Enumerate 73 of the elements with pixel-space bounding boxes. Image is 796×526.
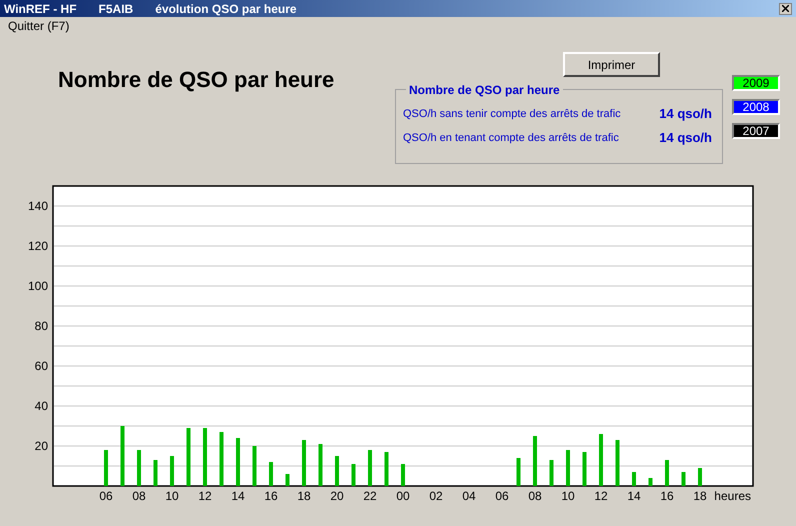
x-tick-label: 06: [495, 489, 509, 503]
bar: [318, 444, 322, 486]
stat-label: QSO/h en tenant compte des arrêts de trafic: [403, 130, 619, 146]
bar: [220, 432, 224, 486]
stat-label: QSO/h sans tenir compte des arrêts de trafic: [403, 106, 621, 122]
bar: [302, 440, 306, 486]
year-legend: 2009: [732, 75, 780, 91]
close-icon: [782, 5, 789, 12]
bar: [665, 460, 669, 486]
bar: [682, 472, 686, 486]
x-tick-label: 14: [627, 489, 641, 503]
bar: [368, 450, 372, 486]
bar: [516, 458, 520, 486]
stat-value: 14 qso/h: [659, 129, 712, 148]
bar: [698, 468, 702, 486]
menu-item[interactable]: Quitter (F7): [8, 17, 70, 35]
year-legend: 2008: [732, 99, 780, 115]
bar: [533, 436, 537, 486]
window-title: F5AIB: [98, 0, 134, 18]
bar: [186, 428, 190, 486]
x-tick-label: 16: [660, 489, 674, 503]
bar: [137, 450, 141, 486]
bar: [582, 452, 586, 486]
y-tick-label: 60: [34, 359, 48, 373]
y-tick-label: 80: [34, 319, 48, 333]
bar: [335, 456, 339, 486]
bar: [252, 446, 256, 486]
x-tick-label: 06: [99, 489, 113, 503]
x-tick-label: 00: [396, 489, 410, 503]
bar: [236, 438, 240, 486]
year-legend: 2007: [732, 123, 780, 139]
bar: [566, 450, 570, 486]
x-tick-label: 22: [363, 489, 377, 503]
x-tick-label: 10: [561, 489, 575, 503]
bar: [616, 440, 620, 486]
x-tick-label: 08: [132, 489, 146, 503]
bar: [384, 452, 388, 486]
close-button[interactable]: [779, 2, 792, 14]
bar: [154, 460, 158, 486]
y-tick-label: 40: [34, 399, 48, 413]
y-tick-label: 120: [28, 239, 48, 253]
x-tick-label: 10: [165, 489, 179, 503]
x-tick-label: 08: [528, 489, 542, 503]
bar: [203, 428, 207, 486]
print-button[interactable]: Imprimer: [563, 52, 660, 77]
bar: [401, 464, 405, 486]
bar: [550, 460, 554, 486]
bar: [120, 426, 124, 486]
stat-value: 14 qso/h: [659, 105, 712, 124]
x-tick-label: 14: [231, 489, 245, 503]
x-tick-label: 04: [462, 489, 476, 503]
y-tick-label: 100: [28, 279, 48, 293]
x-tick-label: 18: [297, 489, 311, 503]
window-title: évolution QSO par heure: [155, 0, 297, 18]
bar: [104, 450, 108, 486]
window-title: WinREF - HF: [4, 0, 77, 18]
bar: [352, 464, 356, 486]
y-tick-label: 20: [34, 439, 48, 453]
bar: [286, 474, 290, 486]
x-tick-label: 20: [330, 489, 344, 503]
page-heading: Nombre de QSO par heure: [58, 66, 336, 94]
x-tick-label: 12: [198, 489, 212, 503]
bar: [632, 472, 636, 486]
x-tick-label: 18: [693, 489, 707, 503]
bar: [170, 456, 174, 486]
bar: [599, 434, 603, 486]
x-tick-label: 02: [429, 489, 443, 503]
x-tick-label: 12: [594, 489, 608, 503]
x-tick-label: 16: [264, 489, 278, 503]
x-axis-label: heures: [714, 489, 751, 503]
y-tick-label: 140: [28, 199, 48, 213]
bar: [648, 478, 652, 486]
bar: [269, 462, 273, 486]
